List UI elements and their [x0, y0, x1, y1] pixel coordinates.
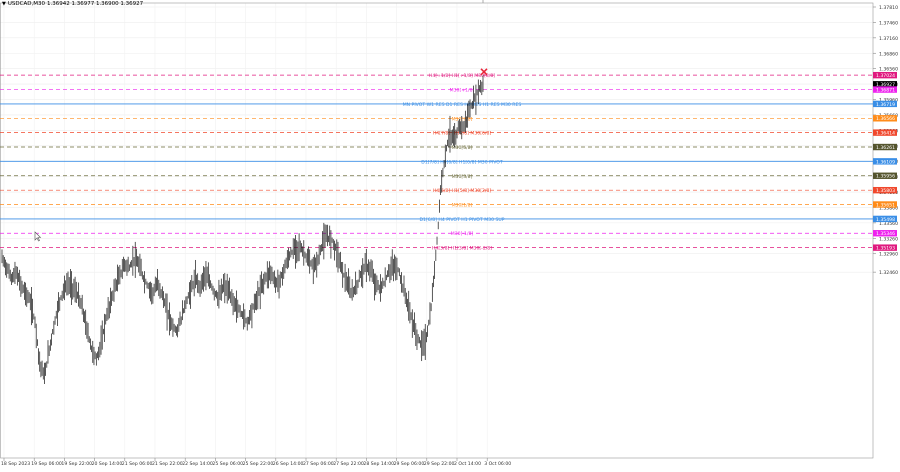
- triangle-down-icon[interactable]: ▼: [2, 1, 6, 7]
- price-tag-label: 1.35803: [876, 188, 895, 194]
- y-tick-label: 1.36860: [879, 51, 898, 57]
- plot-border: [0, 2, 874, 459]
- x-tick-label: 29 Sep 06:00: [394, 461, 425, 467]
- price-tag-label: 1.35193: [876, 246, 895, 252]
- level-label: M30[+1/8]: [450, 88, 475, 94]
- y-tick-label: 1.37810: [879, 5, 898, 11]
- x-tick-label: 2 Oct 14:00: [454, 461, 481, 467]
- price-tag-label: 1.35651: [876, 202, 895, 208]
- level-label: M30[3/8]: [452, 174, 473, 180]
- price-tag-label: 1.36261: [876, 145, 895, 151]
- price-tag-label: 1.35956: [876, 174, 895, 180]
- x-tick-label: 28 Sep 14:00: [363, 461, 394, 467]
- symbol-info[interactable]: ▼ USDCAD,M30 1.36942 1.36977 1.36900 1.3…: [2, 1, 143, 7]
- x-tick-label: 21 Sep 06:00: [122, 461, 153, 467]
- level-label: D1[6/8] H4 PIVOT H1 PIVOT M30 SUP: [419, 217, 504, 223]
- grid: [0, 3, 873, 458]
- price-tag-label: 1.36414: [876, 131, 895, 137]
- level-label: M30[1/8]: [452, 203, 473, 209]
- price-tag-label: 1.35498: [876, 217, 895, 223]
- x-tick-label: 27 Sep 06:00: [303, 461, 334, 467]
- time-axis: 18 Sep 2023 19 Sep 06:00 19 Sep 22:00 20 Se…: [1, 458, 511, 467]
- x-tick-label: 19 Sep 22:00: [61, 461, 92, 467]
- price-tag-label: 1.35346: [876, 231, 895, 237]
- chart-window[interactable]: H4[+1/8] H1[+1/8] M30[8/8] M30[+1/8] MN PI…: [0, 0, 900, 468]
- price-chart[interactable]: H4[+1/8] H1[+1/8] M30[8/8]M30[+1/8]MN PI…: [0, 0, 900, 468]
- level-label: D1[7/8] H4[6/8] H1[6/8] M30 PIVOT: [421, 159, 503, 165]
- y-tick-label: 1.37460: [879, 20, 898, 26]
- y-tick-label: 1.33260: [879, 236, 898, 242]
- x-tick-label: 22 Sep 14:00: [182, 461, 213, 467]
- x-tick-label: 29 Sep 22:00: [424, 461, 455, 467]
- symbol-name: USDCAD,M30: [7, 1, 45, 7]
- price-bars: [1, 75, 484, 385]
- price-tag-label: 1.37024: [876, 73, 895, 79]
- y-tick-label: 1.36560: [879, 67, 898, 73]
- x-tick-label: 25 Sep 06:00: [212, 461, 243, 467]
- x-tick-label: 25 Sep 22:00: [243, 461, 274, 467]
- x-tick-label: 27 Sep 22:00: [333, 461, 364, 467]
- x-tick-label: 21 Sep 22:00: [152, 461, 183, 467]
- murrey-levels: H4[+1/8] H1[+1/8] M30[8/8]M30[+1/8]MN PI…: [0, 73, 873, 252]
- x-tick-label: 26 Sep 14:00: [273, 461, 304, 467]
- x-tick-label: 19 Sep 06:00: [31, 461, 62, 467]
- level-label: MN PIVOT W1 RES D1 RES H4 RES H1 RES M30…: [403, 102, 522, 108]
- price-tag-label: 1.36566: [876, 116, 895, 122]
- level-label: H4[3/8] H1[3/8] M30[-2/8]: [432, 246, 492, 252]
- x-tick-label: 20 Sep 14:00: [92, 461, 123, 467]
- x-tick-label: 3 Oct 06:00: [484, 461, 511, 467]
- y-tick-label: 1.32960: [879, 252, 898, 258]
- y-tick-label: 1.32460: [879, 270, 898, 276]
- y-tick-label: 1.37160: [879, 36, 898, 42]
- price-tag-label: 1.36109: [876, 159, 895, 165]
- ohlc-values: 1.36942 1.36977 1.36900 1.36927: [46, 1, 144, 7]
- x-tick-label: 18 Sep 2023: [1, 461, 30, 467]
- price-tag-label: 1.36871: [876, 87, 895, 93]
- price-tag-label: 1.36719: [876, 102, 895, 108]
- level-label: M30[-1/8]: [451, 231, 474, 237]
